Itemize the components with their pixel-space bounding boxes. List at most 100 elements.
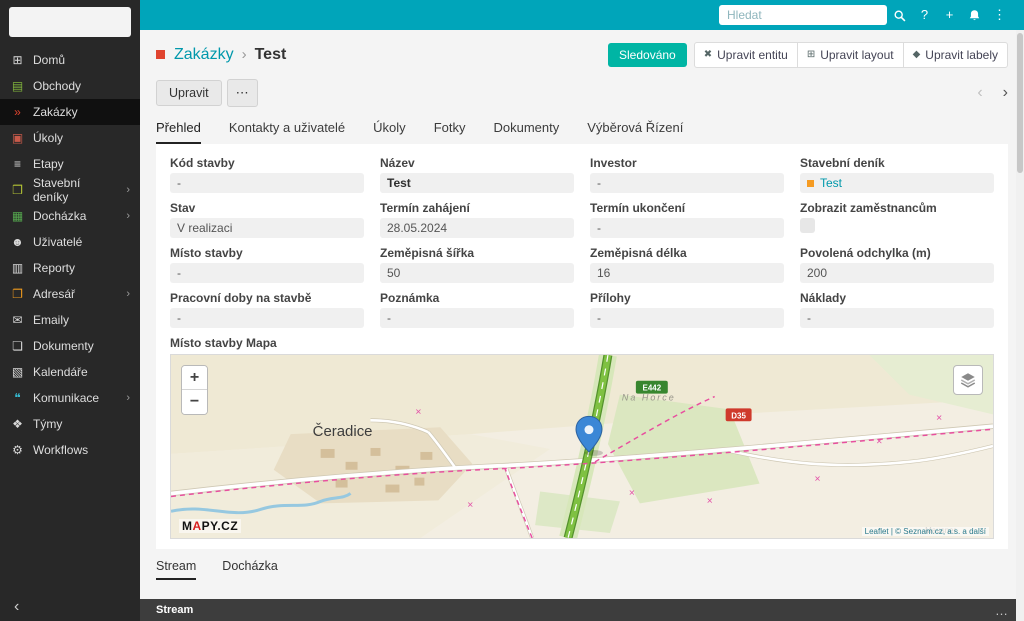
search-input[interactable] [719,5,887,25]
tab-stream[interactable]: Stream [156,559,197,580]
field-stav: Stav V realizaci [170,201,364,238]
stream-panel-title: Stream [156,604,194,616]
field-label: Termín ukončení [590,201,686,215]
user-icon: ☻ [11,235,24,249]
record-pager: ‹ › [977,84,1008,102]
breadcrumb-parent-link[interactable]: Zakázky [174,46,234,64]
home-icon: ⊞ [12,53,23,67]
sidebar-item-dochazka[interactable]: ▦ Docházka › [0,203,140,229]
tab-prehled[interactable]: Přehled [156,120,201,144]
sidebar-item-domu[interactable]: ⊞ Domů [0,47,140,73]
attendance-icon: ▦ [11,209,24,223]
zoom-in-button[interactable]: + [182,366,207,390]
zoom-out-button[interactable]: − [182,390,207,414]
page-scrollbar [1016,30,1024,621]
tag-icon: ◆ [912,49,921,60]
map-symbol: ✕ [936,413,943,422]
sidebar-collapse-icon[interactable]: ‹ [14,598,19,616]
field-label: Zobrazit zaměstnancům [800,201,937,215]
tab-vyberova-rizeni[interactable]: Výběrová Řízení [587,120,683,144]
scrollbar-thumb[interactable] [1017,33,1023,173]
field-label: Poznámka [380,291,440,305]
edit-entity-icon: ✖ [703,49,713,60]
edit-labels-button[interactable]: ◆ Upravit labely [902,41,1008,68]
tab-dochazka-panel[interactable]: Docházka [222,559,278,580]
sidebar-item-label: Stavební deníky [33,176,81,204]
field-poznamka: Poznámka - [380,291,574,328]
entity-color-dot [156,50,165,59]
sidebar-item-zakazky[interactable]: » Zakázky [0,99,140,125]
field-termin-zahajeni: Termín zahájení 28.05.2024 [380,201,574,238]
tab-dokumenty[interactable]: Dokumenty [493,120,559,144]
sidebar-item-reporty[interactable]: ▥ Reporty [0,255,140,281]
map-layers-button[interactable] [953,365,983,395]
help-icon[interactable]: ? [912,0,937,30]
map-canvas[interactable]: ✕ ✕ ✕ ✕ ✕ ✕ ✕ E442 D35 Čeradice Na Horce… [170,354,994,539]
sidebar-item-tymy[interactable]: ❖ Týmy [0,411,140,437]
teams-icon: ❖ [12,417,23,431]
sidebar-item-stavebni-deniky[interactable]: ❒ Stavební deníky › [0,176,140,204]
layers-icon [960,373,976,388]
sidebar-item-label: Reporty [33,261,76,275]
field-nazev: Název Test [380,156,574,193]
sidebar-item-obchody[interactable]: ▤ Obchody [0,73,140,99]
field-grid: Kód stavby - Název Test Investor - Stave… [170,156,994,328]
followed-button[interactable]: Sledováno [608,42,687,67]
map-render: ✕ ✕ ✕ ✕ ✕ ✕ ✕ E442 D35 Čeradice Na Horce [171,355,993,538]
stavebni-denik-link[interactable]: Test [820,176,842,190]
field-pracovni-doby: Pracovní doby na stavbě - [170,291,364,328]
field-label: Zeměpisná délka [590,246,687,260]
sidebar-nav: ⊞ Domů ▤ Obchody » Zakázky ▣ Úkoly ≡ Eta… [0,47,140,463]
mapycz-logo[interactable]: MAPY.CZ [179,519,242,533]
field-value: - [590,308,784,328]
sidebar-item-label: Dokumenty [33,339,94,353]
stream-panel-more-icon[interactable]: … [995,603,1008,618]
edit-entity-button[interactable]: ✖ Upravit entitu [693,41,798,68]
sidebar-item-etapy[interactable]: ≡ Etapy [0,151,140,177]
kebab-menu-icon[interactable]: ⋮ [987,0,1012,30]
orders-icon: » [14,105,21,119]
map-zoom-control: + − [181,365,208,415]
more-actions-button[interactable]: ⋯ [226,78,258,107]
edit-record-button[interactable]: Upravit [156,79,222,106]
logo-part: M [182,519,193,533]
logo-part-accent: A [192,519,202,533]
tab-kontakty-a-uzivatele[interactable]: Kontakty a uživatelé [229,120,345,144]
next-record-icon[interactable]: › [1003,84,1008,102]
header-actions: Sledováno ✖ Upravit entitu ⊞ Upravit lay… [608,41,1008,68]
field-value: 28.05.2024 [380,218,574,238]
sidebar-item-kalendare[interactable]: ▧ Kalendáře [0,359,140,385]
sidebar-item-label: Týmy [33,417,63,431]
sidebar-item-ukoly[interactable]: ▣ Úkoly [0,125,140,151]
field-value: - [170,173,364,193]
app-logo[interactable] [9,7,131,37]
sidebar-item-emaily[interactable]: ✉ Emaily [0,307,140,333]
field-value: - [590,173,784,193]
sidebar-item-adresar[interactable]: ❐ Adresář › [0,281,140,307]
stages-icon: ≡ [13,157,21,171]
sidebar-item-dokumenty[interactable]: ❏ Dokumenty [0,333,140,359]
search-icon[interactable] [887,0,912,30]
quick-create-icon[interactable]: + [937,0,962,30]
road-badge-d35: D35 [725,408,752,422]
chevron-right-icon: › [126,288,130,300]
sidebar-item-komunikace[interactable]: ❝ Komunikace › [0,385,140,411]
map-attribution[interactable]: Leaflet | © Seznam.cz, a.s. a další [861,527,989,536]
field-value: - [380,308,574,328]
tab-ukoly[interactable]: Úkoly [373,120,406,144]
road-badge-label: E442 [643,384,662,393]
layout-grid-icon: ⊞ [806,49,816,60]
sidebar-item-label: Zakázky [33,105,78,119]
chevron-right-icon: › [126,184,130,196]
field-label: Povolená odchylka (m) [800,246,931,260]
stream-panel-header: Stream … [140,599,1024,621]
sidebar-item-workflows[interactable]: ⚙ Workflows [0,437,140,463]
tab-fotky[interactable]: Fotky [434,120,466,144]
notifications-bell-icon[interactable] [962,0,987,30]
field-value: - [170,308,364,328]
sidebar-item-uzivatele[interactable]: ☻ Uživatelé [0,229,140,255]
previous-record-icon[interactable]: ‹ [977,84,982,102]
page-title: Test [254,45,287,63]
zobrazit-zamestnancum-checkbox[interactable] [800,218,815,233]
edit-layout-button[interactable]: ⊞ Upravit layout [796,41,904,68]
